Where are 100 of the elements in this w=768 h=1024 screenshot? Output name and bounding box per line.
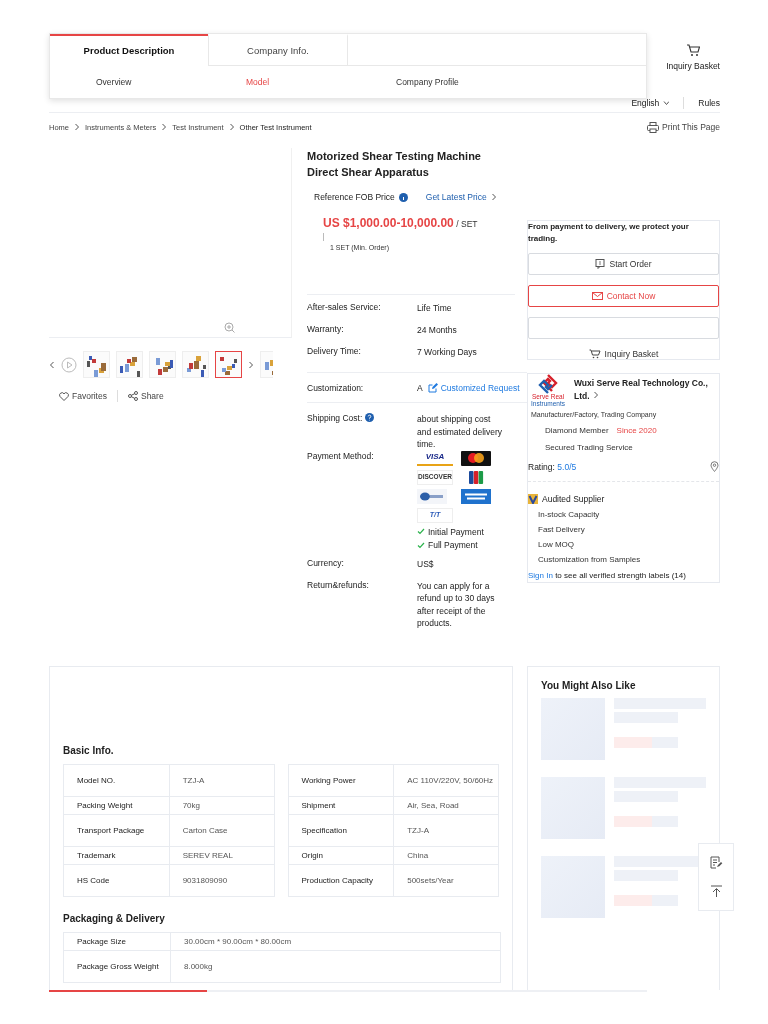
product-title: Motorized Shear Testing Machine Direct Shear Apparatus <box>307 149 482 180</box>
start-order-button[interactable]: Start Order <box>528 253 719 275</box>
section-title: Basic Info. <box>63 745 115 756</box>
contact-now-button[interactable]: Contact Now <box>528 285 719 307</box>
field-label: Payment Method: <box>307 450 375 463</box>
member-level: Diamond Member <box>545 426 609 435</box>
location-pin-icon <box>710 461 719 472</box>
company-name-link[interactable]: Wuxi Serve Real Technology Co., Ltd. <box>574 374 719 407</box>
price-unit: / SET <box>456 219 478 229</box>
secured-service: Secured Trading Service <box>545 443 634 452</box>
note-edit-icon[interactable] <box>709 856 723 869</box>
field-label: Delivery Time: <box>307 346 362 358</box>
latest-price-link[interactable]: Get Latest Price <box>425 192 497 202</box>
field-label: Warranty: <box>307 324 345 336</box>
label-cell: Specification <box>288 814 394 847</box>
sign-in-link[interactable]: Sign In <box>528 571 553 580</box>
card-logo: VISA <box>417 450 453 466</box>
value-cell: 30.00cm * 90.00cm * 80.00cm <box>170 932 501 951</box>
back-to-top-icon[interactable] <box>709 885 723 898</box>
field-label: Return&refunds: <box>307 579 370 592</box>
inquiry-basket-link[interactable]: Inquiry Basket <box>528 349 719 359</box>
value-cell: SEREV REAL <box>169 846 274 865</box>
field-label: After-sales Service: <box>307 302 382 314</box>
favorites-link[interactable]: Favorites <box>59 391 107 401</box>
chevron-right-icon <box>161 123 168 131</box>
print-link[interactable]: Print This Page <box>647 121 720 133</box>
label-cell: Working Power <box>288 764 394 797</box>
info-icon <box>398 192 408 202</box>
chevron-right-icon <box>248 360 254 369</box>
placeholder-image <box>541 777 605 839</box>
payment-term: Initial Payment <box>428 525 484 538</box>
sub-tab[interactable]: Company Profile <box>396 77 546 87</box>
nav-link[interactable]: English <box>631 97 670 108</box>
audited-badge-icon <box>528 494 538 504</box>
placeholder-image <box>541 698 605 760</box>
price: US $1,000.00-10,000.00 <box>323 216 454 230</box>
label-cell: Shipment <box>288 796 394 815</box>
sub-tab[interactable]: Model <box>246 77 396 87</box>
card-logo <box>417 488 447 504</box>
zoom-icon <box>223 322 235 333</box>
nav-link[interactable]: Rules <box>698 97 720 108</box>
field-value: 24 Months <box>417 324 458 337</box>
field-label: Shipping Cost: <box>307 413 417 451</box>
label-cell: Transport Package <box>63 814 170 847</box>
strength-label: Customization from Samples <box>538 555 642 564</box>
field-value: Life Time <box>417 302 453 315</box>
customized-request-link[interactable]: Customized Request <box>427 382 520 393</box>
strength-label: Fast Delivery <box>538 525 586 534</box>
value-cell: AC 110V/220V, 50/60Hz <box>393 764 499 797</box>
audited-supplier: Audited Supplier <box>542 494 605 504</box>
field-value: 7 Working Days <box>417 346 478 359</box>
section-title: Packaging & Delivery <box>63 913 166 924</box>
strength-label: In-stock Capacity <box>538 510 601 519</box>
price-label: Reference FOB Price <box>314 192 395 202</box>
field-value: US$ <box>417 557 435 571</box>
label-cell: Origin <box>288 846 394 865</box>
card-logo <box>461 488 491 504</box>
member-since: Since 2020 <box>616 426 657 435</box>
placeholder-image <box>541 856 605 918</box>
heart-icon <box>59 391 69 401</box>
value-cell: 70kg <box>169 796 274 815</box>
chevron-right-icon <box>490 193 497 201</box>
mail-icon <box>591 292 603 300</box>
sub-tab[interactable]: Overview <box>96 77 246 87</box>
rating-label: Rating: <box>528 461 555 472</box>
value-cell: 8.000kg <box>170 950 501 983</box>
value-cell: Air, Sea, Road <box>393 796 499 815</box>
chevron-down-icon <box>663 98 670 107</box>
printer-icon <box>647 121 660 133</box>
share-link[interactable]: Share <box>127 391 164 401</box>
chevron-left-icon <box>49 360 55 369</box>
label-cell: Production Capacity <box>288 864 394 897</box>
chevron-right-icon <box>228 123 235 131</box>
trade-note: From payment to delivery, we protect your trading. <box>528 221 690 245</box>
edit-icon <box>427 382 438 393</box>
section-title: You Might Also Like <box>541 680 637 691</box>
value-cell: China <box>393 846 499 865</box>
thumbnail[interactable] <box>215 351 242 378</box>
chevron-right-icon <box>74 123 80 131</box>
payment-term: Full Payment <box>428 539 478 552</box>
sign-in-note: Sign In to see all verified strength labels (14) <box>528 570 687 582</box>
tab[interactable]: Company Info. <box>208 34 348 66</box>
label-cell: Package Gross Weight <box>63 950 171 983</box>
share-icon <box>127 391 138 401</box>
field-label: Currency: <box>307 557 345 570</box>
field-value: about shipping cost and estimated delivery time. <box>417 413 504 451</box>
value-cell: 9031809090 <box>169 864 274 897</box>
card-logo <box>461 450 491 466</box>
strength-label: Low MOQ <box>538 540 575 549</box>
value-cell: TZJ-A <box>169 764 274 797</box>
value-cell: Carton Case <box>169 814 274 847</box>
rating-value: 5.0/5 <box>557 461 577 472</box>
label-cell: Trademark <box>63 846 170 865</box>
label-cell: Package Size <box>63 932 171 951</box>
label-cell: HS Code <box>63 864 170 897</box>
field-value: You can apply for a refund up to 30 days after receipt of the products. <box>417 579 496 630</box>
label-cell: Model NO. <box>63 764 170 797</box>
inquiry-basket-link[interactable]: Inquiry Basket <box>666 44 720 93</box>
basket-icon <box>588 349 601 359</box>
value-cell: 500sets/Year <box>393 864 499 897</box>
